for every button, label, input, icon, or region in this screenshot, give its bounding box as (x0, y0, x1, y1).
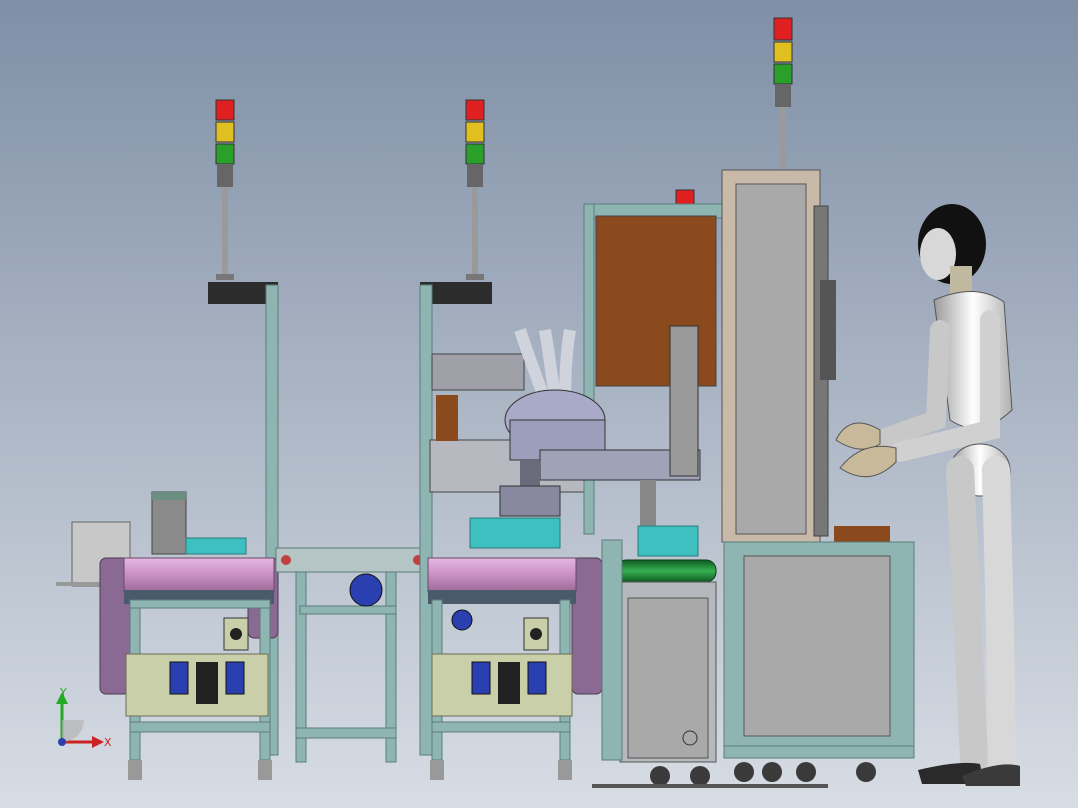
y-axis-label: Y (59, 686, 67, 699)
cad-assembly-view: Y X (0, 0, 1078, 808)
x-axis-label: X (104, 736, 112, 749)
